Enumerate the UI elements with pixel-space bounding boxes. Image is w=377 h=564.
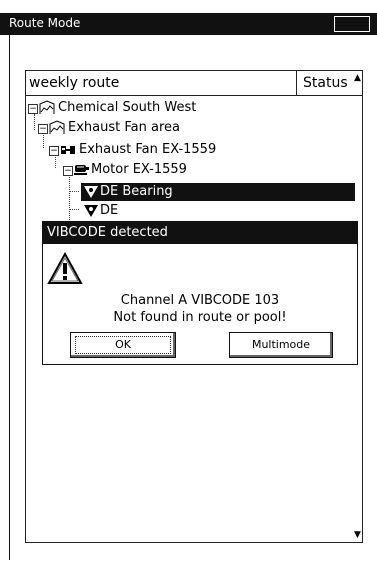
tree-item-label: Chemical South West (58, 100, 197, 115)
tree-connector (34, 114, 35, 130)
tree-item-label: DE (100, 203, 119, 218)
focus-indicator (75, 336, 171, 354)
collapse-icon[interactable]: − (49, 146, 59, 156)
window-title: Route Mode (9, 16, 81, 30)
status-column-header[interactable]: Status (296, 71, 353, 95)
collapse-icon[interactable]: − (63, 166, 73, 176)
tree-connector (69, 191, 79, 192)
motor-icon (74, 165, 89, 175)
warning-icon (47, 252, 83, 284)
scroll-down-arrow-icon[interactable]: ▼ (353, 528, 362, 542)
tree-item-de-bearing[interactable]: DE Bearing (81, 183, 355, 201)
vibcode-dialog: VIBCODE detected Channel A VIBCODE 103 N… (42, 221, 358, 365)
collapse-icon[interactable]: − (38, 124, 48, 134)
tree-connector (43, 132, 44, 148)
multimode-button[interactable]: Multimode (229, 332, 333, 358)
scroll-up-arrow-icon[interactable]: ▲ (353, 71, 362, 85)
multimode-button-label: Multimode (251, 338, 311, 351)
route-list-header: weekly route Status (26, 71, 362, 96)
area-icon (39, 100, 55, 114)
battery-indicator (334, 16, 370, 32)
dialog-message-line1: Channel A VIBCODE 103 (120, 293, 280, 308)
dialog-title: VIBCODE detected (47, 225, 168, 240)
tree-item-label: Motor EX-1559 (91, 162, 187, 177)
left-border-line (9, 35, 10, 560)
machine-icon (61, 146, 75, 154)
route-name-header[interactable]: weekly route (29, 75, 119, 91)
tree-item-label: Exhaust Fan area (68, 120, 180, 135)
ok-button[interactable]: OK (70, 332, 176, 358)
dialog-message-line2: Not found in route or pool! (113, 310, 287, 325)
collapse-icon[interactable]: − (28, 104, 38, 114)
title-bar: Route Mode (0, 13, 377, 35)
tree-connector (69, 209, 79, 210)
tree-item-label: Exhaust Fan EX-1559 (79, 142, 217, 157)
tree-item-label: DE Bearing (100, 184, 173, 199)
dialog-title-bar: VIBCODE detected (43, 222, 357, 244)
area-icon (49, 120, 65, 134)
measurement-point-icon (84, 186, 98, 198)
status-header-label: Status (303, 75, 348, 91)
measurement-point-icon (84, 205, 98, 217)
